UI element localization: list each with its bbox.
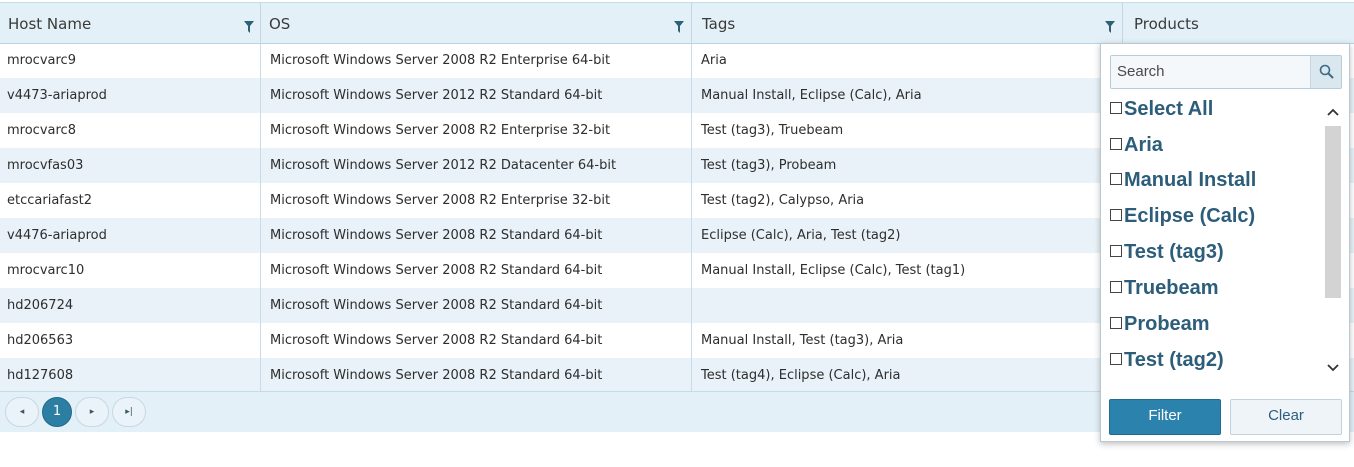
filter-icon[interactable] <box>244 21 254 33</box>
tags-cell: Aria <box>701 53 727 68</box>
checkbox[interactable] <box>1110 208 1122 221</box>
tags-cell: Manual Install, Eclipse (Calc), Test (ta… <box>701 263 966 278</box>
option-probeam[interactable]: Probeam <box>1110 313 1210 343</box>
checkbox[interactable] <box>1110 316 1122 329</box>
tags-cell: Test (tag3), Truebeam <box>701 123 844 138</box>
option-manual-install[interactable]: Manual Install <box>1110 169 1256 199</box>
os-cell: Microsoft Windows Server 2012 R2 Datacen… <box>270 158 617 173</box>
os-cell: Microsoft Windows Server 2008 R2 Standar… <box>270 333 603 348</box>
os-cell: Microsoft Windows Server 2008 R2 Standar… <box>270 298 603 313</box>
checkbox[interactable] <box>1110 352 1122 365</box>
tags-cell: Test (tag3), Probeam <box>701 158 837 173</box>
filter-icon[interactable] <box>1105 21 1115 33</box>
tags-filter-popup: Select All Aria Manual Install Eclipse (… <box>1100 43 1350 442</box>
filter-button[interactable]: Filter <box>1109 399 1221 435</box>
option-label: Eclipse (Calc) <box>1124 205 1256 227</box>
chevron-up-icon[interactable] <box>1325 106 1341 118</box>
host-cell: mrocvfas03 <box>7 158 84 173</box>
search-button[interactable] <box>1310 56 1341 88</box>
host-cell: hd206563 <box>7 333 74 348</box>
option-label: Aria <box>1124 134 1163 156</box>
os-cell: Microsoft Windows Server 2008 R2 Enterpr… <box>270 123 611 138</box>
tags-cell: Manual Install, Test (tag3), Aria <box>701 333 904 348</box>
filter-search-input[interactable] <box>1111 56 1313 86</box>
column-title: Products <box>1134 15 1199 33</box>
os-cell: Microsoft Windows Server 2008 R2 Standar… <box>270 228 603 243</box>
chevron-down-icon[interactable] <box>1325 362 1341 374</box>
last-page-button[interactable]: ▸| <box>112 397 146 427</box>
column-divider <box>691 43 692 391</box>
options-scrollbar[interactable] <box>1325 100 1341 384</box>
option-label: Probeam <box>1124 313 1210 335</box>
column-title: OS <box>269 15 291 33</box>
option-test-tag2[interactable]: Test (tag2) <box>1110 349 1224 379</box>
host-cell: etccariafast2 <box>7 193 92 208</box>
prev-page-button[interactable]: ◂ <box>5 397 39 427</box>
page-1-button[interactable]: 1 <box>42 397 72 427</box>
option-label: Truebeam <box>1124 277 1219 299</box>
host-cell: hd206724 <box>7 298 74 313</box>
tags-cell: Test (tag4), Eclipse (Calc), Aria <box>701 368 901 383</box>
column-divider <box>260 43 261 391</box>
os-cell: Microsoft Windows Server 2012 R2 Standar… <box>270 88 603 103</box>
host-cell: hd127608 <box>7 368 74 383</box>
os-cell: Microsoft Windows Server 2008 R2 Enterpr… <box>270 53 611 68</box>
os-cell: Microsoft Windows Server 2008 R2 Standar… <box>270 263 603 278</box>
filter-search-box <box>1110 55 1342 89</box>
next-page-button[interactable]: ▸ <box>75 397 109 427</box>
scroll-thumb[interactable] <box>1325 126 1341 298</box>
option-aria[interactable]: Aria <box>1110 134 1163 164</box>
option-label: Test (tag3) <box>1124 241 1224 263</box>
column-header-products[interactable]: Products <box>1123 3 1354 43</box>
checkbox[interactable] <box>1110 280 1122 293</box>
option-select-all[interactable]: Select All <box>1110 98 1213 128</box>
host-cell: mrocvarc9 <box>7 53 76 68</box>
grid-header: Host Name OS Tags Products <box>0 2 1354 44</box>
os-cell: Microsoft Windows Server 2008 R2 Enterpr… <box>270 193 611 208</box>
filter-options-list: Select All Aria Manual Install Eclipse (… <box>1110 96 1320 386</box>
clear-button[interactable]: Clear <box>1230 399 1342 435</box>
option-truebeam[interactable]: Truebeam <box>1110 277 1218 307</box>
column-title: Tags <box>702 15 736 33</box>
checkbox[interactable] <box>1110 244 1122 257</box>
option-eclipse-calc[interactable]: Eclipse (Calc) <box>1110 205 1255 235</box>
chevron-left-icon: ◂ <box>19 407 25 417</box>
tags-cell: Test (tag2), Calypso, Aria <box>701 193 865 208</box>
checkbox[interactable] <box>1110 137 1122 150</box>
column-header-tags[interactable]: Tags <box>692 3 1123 43</box>
last-page-icon: ▸| <box>125 407 133 417</box>
column-header-os[interactable]: OS <box>261 3 692 43</box>
checkbox[interactable] <box>1110 101 1122 114</box>
host-cell: v4473-ariaprod <box>7 88 107 103</box>
filter-icon[interactable] <box>674 21 684 33</box>
os-cell: Microsoft Windows Server 2008 R2 Standar… <box>270 368 603 383</box>
option-label: Select All <box>1124 98 1214 120</box>
host-cell: mrocvarc8 <box>7 123 76 138</box>
tags-cell: Manual Install, Eclipse (Calc), Aria <box>701 88 922 103</box>
checkbox[interactable] <box>1110 172 1122 185</box>
search-icon <box>1319 64 1334 79</box>
host-cell: mrocvarc10 <box>7 263 85 278</box>
chevron-right-icon: ▸ <box>89 407 95 417</box>
option-label: Test (tag2) <box>1124 349 1224 371</box>
column-header-host-name[interactable]: Host Name <box>0 3 261 43</box>
host-cell: v4476-ariaprod <box>7 228 107 243</box>
tags-cell: Eclipse (Calc), Aria, Test (tag2) <box>701 228 901 243</box>
option-test-tag3[interactable]: Test (tag3) <box>1110 241 1224 271</box>
column-title: Host Name <box>8 15 92 33</box>
option-label: Manual Install <box>1124 169 1257 191</box>
